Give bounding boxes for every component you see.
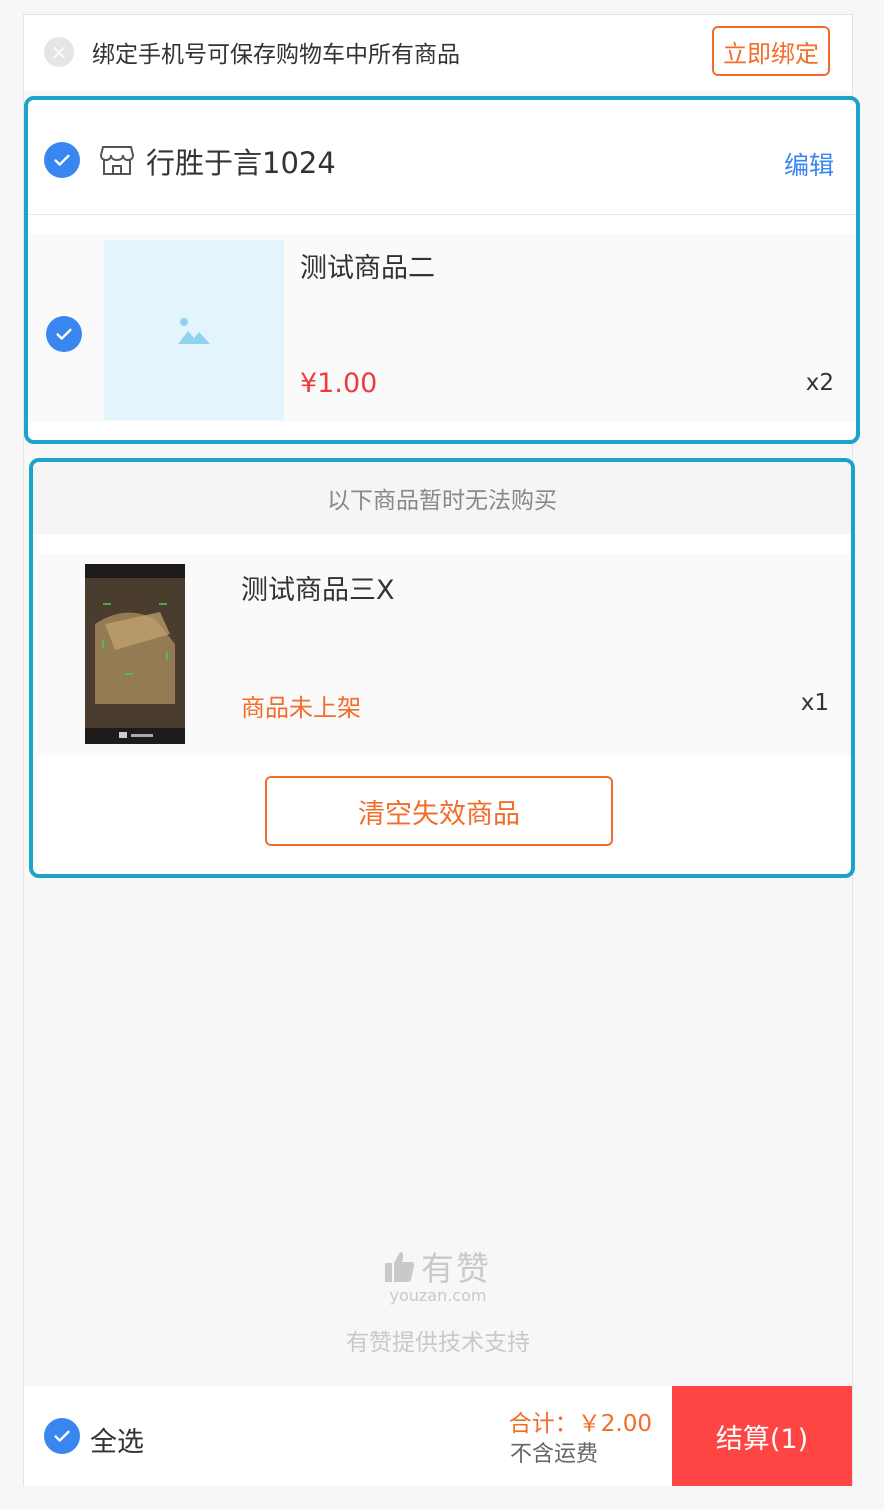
checkout-bar: 全选 合计：￥2.00 不含运费 结算(1) — [24, 1386, 852, 1486]
edit-button[interactable]: 编辑 — [784, 146, 834, 182]
brand-logo: 有赞 — [24, 1242, 852, 1290]
item-checkbox[interactable] — [46, 316, 82, 352]
invalid-item-status: 商品未上架 — [241, 694, 361, 722]
shop-name[interactable]: 行胜于言1024 — [146, 140, 336, 182]
shop-header: 行胜于言1024 编辑 — [28, 100, 856, 215]
invalid-items-card: 以下商品暂时无法购买 测试商品三X 商品未上架 x1 清空失效商品 — [29, 458, 855, 878]
check-icon — [56, 328, 72, 340]
cart-item[interactable]: 测试商品二 ¥1.00 x2 — [28, 234, 856, 422]
total-price: 合计：￥2.00 — [508, 1411, 652, 1437]
shop-card: 行胜于言1024 编辑 测试商品二 ¥1.00 x2 — [24, 96, 860, 444]
item-title[interactable]: 测试商品二 — [300, 246, 435, 285]
freight-note: 不含运费 — [510, 1442, 599, 1467]
invalid-item[interactable]: 测试商品三X 商品未上架 x1 — [37, 554, 851, 756]
invalid-item-title[interactable]: 测试商品三X — [241, 568, 395, 607]
brand-domain: youzan.com — [389, 1286, 487, 1305]
checkout-button[interactable]: 结算(1) — [672, 1386, 852, 1486]
bind-phone-message: 绑定手机号可保存购物车中所有商品 — [92, 42, 460, 68]
select-all-label[interactable]: 全选 — [90, 1420, 144, 1459]
item-quantity: x2 — [805, 370, 834, 396]
invalid-header: 以下商品暂时无法购买 — [33, 462, 851, 534]
brand-name: 有赞 — [421, 1249, 491, 1288]
shop-checkbox[interactable] — [44, 142, 80, 178]
invalid-product-image — [85, 564, 185, 744]
invalid-item-quantity: x1 — [800, 690, 829, 716]
product-image-placeholder[interactable] — [104, 240, 284, 420]
bind-phone-bar: × 绑定手机号可保存购物车中所有商品 立即绑定 — [24, 15, 852, 91]
brand-support-text: 有赞提供技术支持 — [346, 1330, 530, 1356]
thumbs-up-icon — [385, 1252, 415, 1282]
check-icon — [54, 154, 70, 166]
image-placeholder-icon — [178, 318, 210, 344]
select-all-checkbox[interactable] — [44, 1418, 80, 1454]
store-icon — [100, 146, 134, 175]
brand-footer: 有赞 youzan.com 有赞提供技术支持 — [24, 1242, 852, 1357]
check-icon — [54, 1430, 70, 1442]
clear-invalid-button[interactable]: 清空失效商品 — [265, 776, 613, 846]
close-icon[interactable]: × — [44, 37, 74, 67]
bind-now-button[interactable]: 立即绑定 — [712, 26, 830, 76]
item-price: ¥1.00 — [300, 368, 378, 399]
